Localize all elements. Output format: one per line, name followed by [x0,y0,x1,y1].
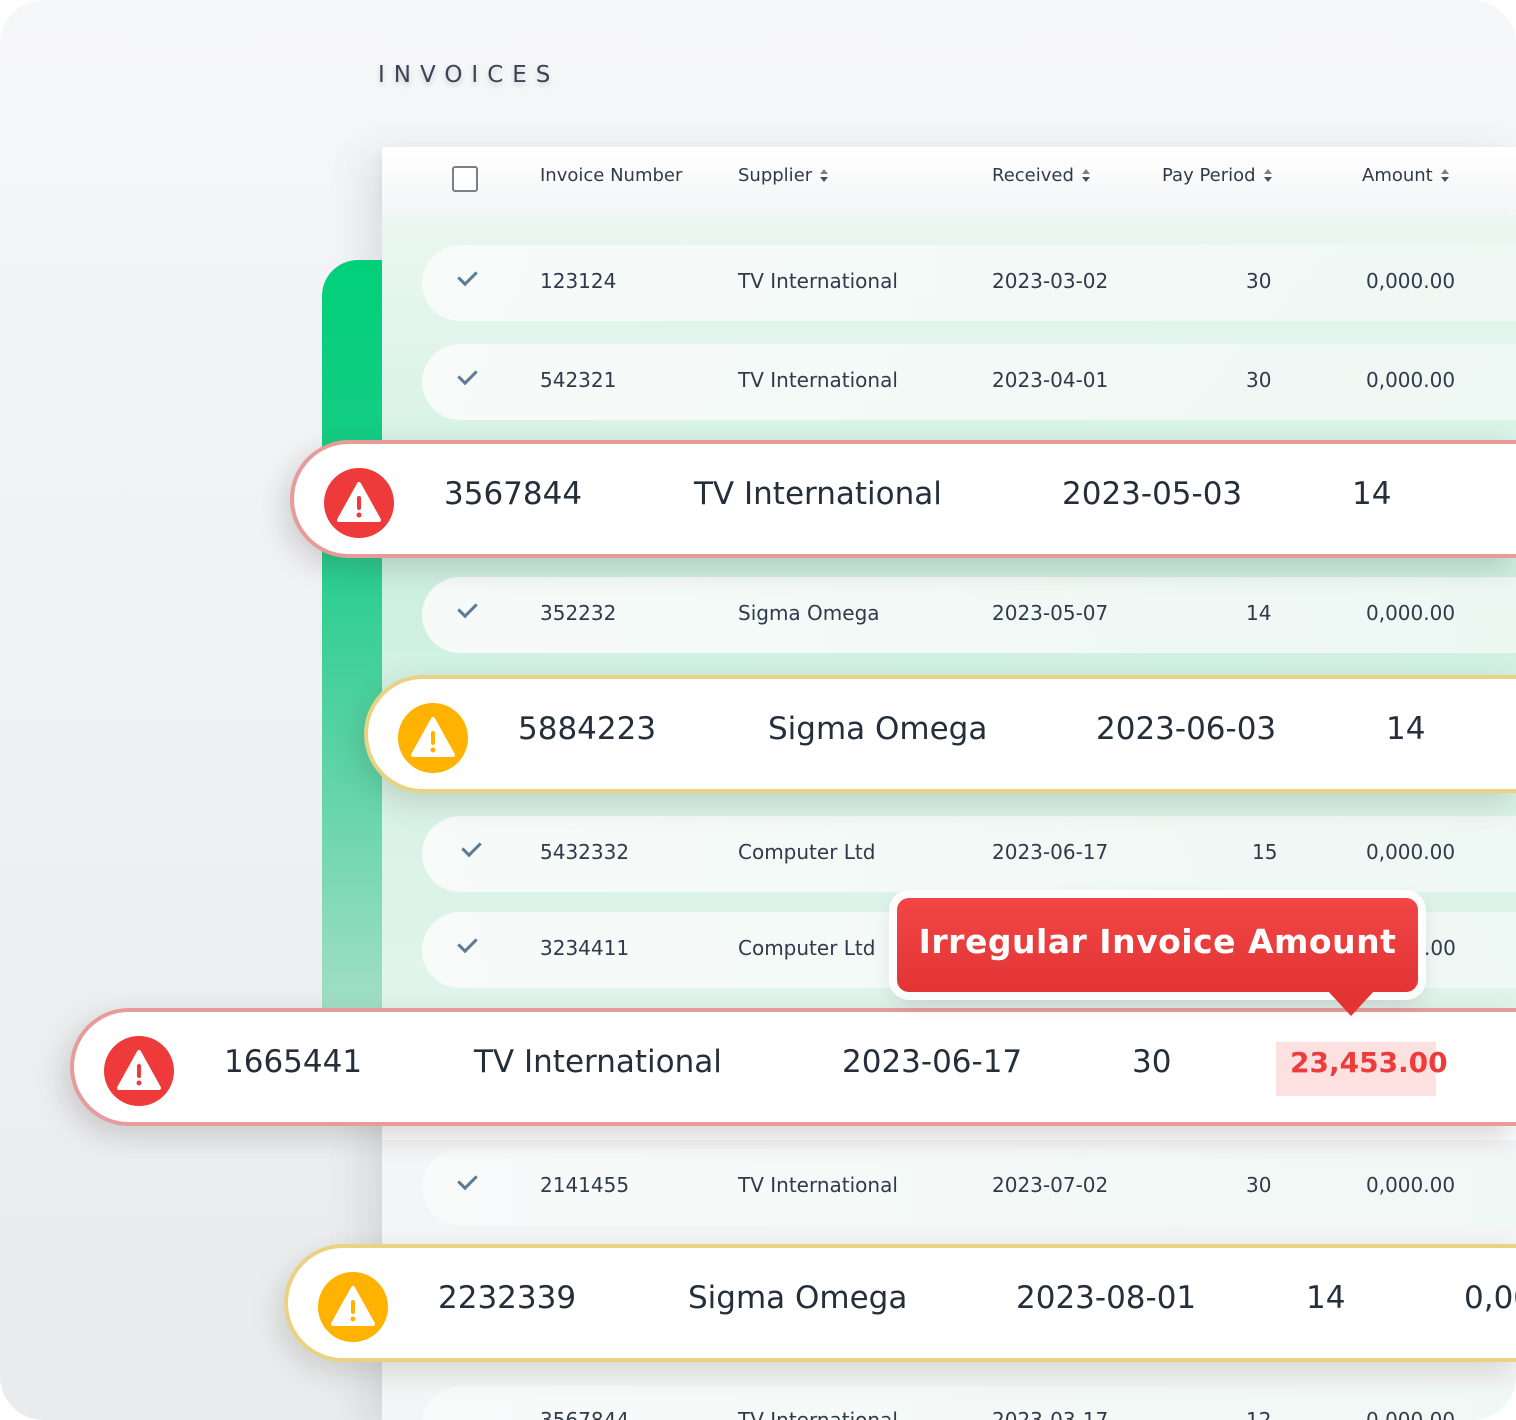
pay-period: 12 [1246,1408,1272,1420]
received-date: 2023-03-17 [992,1408,1109,1420]
invoice-number: 352232 [540,601,617,625]
sort-icon [1081,169,1092,183]
irregular-amount-tooltip: Irregular Invoice Amount [897,898,1418,1016]
received-date: 2023-06-03 [1096,711,1277,747]
supplier: Computer Ltd [738,840,876,864]
check-icon [458,370,482,384]
supplier: Sigma Omega [738,601,880,625]
alert-row[interactable]: 5884223 Sigma Omega 2023-06-03 14 [364,675,1516,793]
column-pay-period[interactable]: Pay Period [1162,165,1274,186]
table-row[interactable]: 5432332 Computer Ltd 2023-06-17 15 0,000… [422,816,1516,892]
amount: 0,000.00 [1366,368,1456,392]
pay-period: 30 [1246,368,1272,392]
invoice-number: 3567844 [444,476,583,512]
page-title: INVOICES [378,62,560,88]
received-date: 2023-06-17 [842,1044,1023,1080]
check-icon [458,271,482,285]
invoice-number: 123124 [540,269,617,293]
check-icon [458,603,482,617]
column-invoice-number[interactable]: Invoice Number [540,165,682,186]
received-date: 2023-08-01 [1016,1280,1197,1316]
pay-period: 15 [1252,840,1278,864]
invoice-number: 5884223 [518,711,657,747]
table-row[interactable]: 542321 TV International 2023-04-01 30 0,… [422,344,1516,420]
warning-triangle-icon [398,703,468,773]
table-row[interactable]: 352232 Sigma Omega 2023-05-07 14 0,000.0… [422,577,1516,653]
amount: .00 [1424,936,1456,960]
invoice-number: 1665441 [224,1044,363,1080]
supplier: TV International [738,368,898,392]
pay-period: 14 [1246,601,1272,625]
check-icon [458,938,482,952]
received-date: 2023-07-02 [992,1173,1109,1197]
warning-triangle-icon [324,468,394,538]
column-amount[interactable]: Amount [1362,165,1451,186]
supplier: TV International [738,1408,898,1420]
select-all-checkbox[interactable] [452,166,478,192]
supplier: TV International [474,1044,722,1080]
invoice-number: 2232339 [438,1280,577,1316]
pay-period: 30 [1132,1044,1172,1080]
sort-icon [1440,169,1451,183]
pay-period: 30 [1246,1173,1272,1197]
table-row[interactable]: 2141455 TV International 2023-07-02 30 0… [422,1149,1516,1225]
supplier: Computer Ltd [738,936,876,960]
amount: 0,000.00 [1366,840,1456,864]
invoice-number: 3567844 [540,1408,630,1420]
supplier: TV International [694,476,942,512]
irregular-amount: 23,453.00 [1276,1042,1448,1096]
table-row[interactable]: 123124 TV International 2023-03-02 30 0,… [422,245,1516,321]
sort-icon [820,169,830,183]
warning-triangle-icon [318,1272,388,1342]
check-icon [462,842,486,856]
received-date: 2023-06-17 [992,840,1109,864]
sort-icon [1263,169,1274,183]
pay-period: 14 [1352,476,1392,512]
alert-row[interactable]: 3567844 TV International 2023-05-03 14 [290,440,1516,558]
pay-period: 14 [1306,1280,1346,1316]
supplier: TV International [738,1173,898,1197]
pay-period: 30 [1246,269,1272,293]
amount: 0,00 [1464,1280,1516,1316]
alert-row[interactable]: 2232339 Sigma Omega 2023-08-01 14 0,00 [284,1244,1516,1362]
tooltip-pointer [1327,990,1375,1016]
invoice-screen: INVOICES Invoice Number Supplier Receive… [0,0,1516,1420]
amount: 0,000.00 [1366,1173,1456,1197]
received-date: 2023-04-01 [992,368,1109,392]
supplier: Sigma Omega [768,711,988,747]
supplier: TV International [738,269,898,293]
invoice-number: 542321 [540,368,617,392]
received-date: 2023-05-03 [1062,476,1243,512]
invoice-number: 2141455 [540,1173,630,1197]
column-received[interactable]: Received [992,165,1092,186]
table-row[interactable]: 3567844 TV International 2023-03-17 12 0… [422,1386,1516,1420]
status-strip [322,260,382,1020]
table-header: Invoice Number Supplier Received Pay Per… [382,147,1516,211]
amount: 0,000.00 [1366,1408,1456,1420]
amount: 0,000.00 [1366,269,1456,293]
pay-period: 14 [1386,711,1426,747]
received-date: 2023-03-02 [992,269,1109,293]
amount: 0,000.00 [1366,601,1456,625]
invoice-number: 3234411 [540,936,630,960]
check-icon [458,1175,482,1189]
received-date: 2023-05-07 [992,601,1109,625]
invoice-number: 5432332 [540,840,630,864]
warning-triangle-icon [104,1036,174,1106]
supplier: Sigma Omega [688,1280,908,1316]
column-supplier[interactable]: Supplier [738,165,830,186]
